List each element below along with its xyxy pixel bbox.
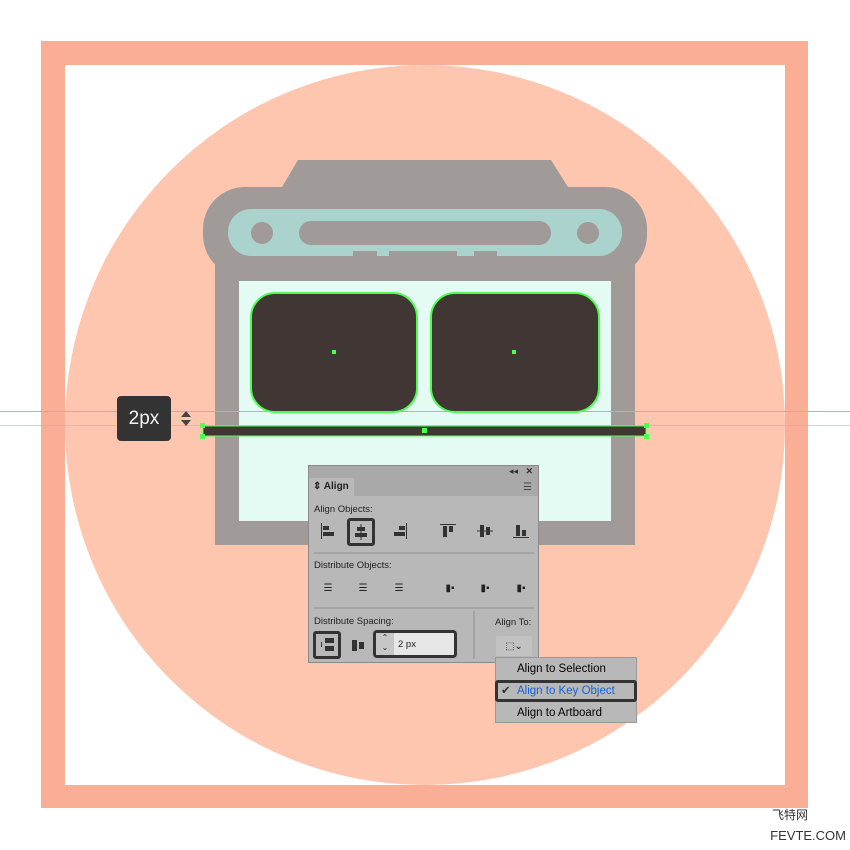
slot: [299, 221, 551, 245]
vertical-align-bottom-icon[interactable]: [510, 521, 532, 541]
align-to-key-object-dropdown[interactable]: ⬚⌄: [496, 636, 532, 656]
distribute-spacing-label: Distribute Spacing:: [314, 616, 394, 627]
menu-item-align-to-key-object[interactable]: ✔ Align to Key Object: [495, 680, 637, 702]
align-panel: ◂◂ ✕ ⇕ Align ☰ Align Objects: Distribute…: [308, 465, 539, 663]
distance-tooltip: 2px: [117, 396, 171, 441]
anchor-handle[interactable]: [200, 434, 205, 439]
menu-item-label: Align to Selection: [517, 663, 606, 675]
close-icon[interactable]: ✕: [525, 466, 533, 477]
center-point: [512, 350, 516, 354]
panel-titlebar[interactable]: ◂◂ ✕: [309, 466, 538, 478]
tab-align[interactable]: ⇕ Align: [309, 478, 354, 496]
distribute-right-icon[interactable]: ▮▪: [510, 578, 532, 598]
align-objects-label: Align Objects:: [314, 504, 373, 515]
spacing-value: 2 px: [398, 638, 416, 650]
menu-item-label: Align to Key Object: [517, 685, 615, 697]
spacing-input[interactable]: ⌃ ⌄ 2 px: [373, 630, 457, 658]
divider: [314, 607, 534, 609]
tab: [474, 251, 497, 258]
vertical-distribute-space-icon[interactable]: [313, 631, 341, 659]
center-point: [422, 428, 427, 433]
checkmark-icon: ✔: [501, 685, 511, 697]
vertical-align-top-icon[interactable]: [437, 521, 459, 541]
vertical-align-center-icon[interactable]: [474, 521, 496, 541]
menu-item-label: Align to Artboard: [517, 707, 603, 719]
tab: [389, 251, 457, 258]
distribute-horizontal-center-icon[interactable]: ▮▪: [474, 578, 496, 598]
left-knob: [251, 222, 273, 244]
anchor-handle[interactable]: [200, 423, 205, 428]
watermark: FEVTE.COM: [770, 828, 846, 843]
distribute-vertical-center-icon[interactable]: ☰: [352, 578, 374, 598]
menu-item-align-to-selection[interactable]: Align to Selection: [496, 658, 636, 680]
divider: [314, 552, 534, 554]
anchor-handle[interactable]: [644, 423, 649, 428]
collapse-icon[interactable]: ◂◂: [509, 466, 518, 477]
distribute-bottom-icon[interactable]: ☰: [388, 578, 410, 598]
divider: [473, 611, 475, 659]
align-to-label: Align To:: [495, 617, 532, 628]
horizontal-align-left-icon[interactable]: [317, 521, 339, 541]
anchor-handle[interactable]: [644, 434, 649, 439]
menu-item-align-to-artboard[interactable]: Align to Artboard: [496, 702, 636, 724]
panel-menu-icon[interactable]: ☰: [523, 482, 532, 493]
watermark: 飞特网: [771, 808, 808, 822]
horizontal-align-right-icon[interactable]: [389, 521, 411, 541]
align-to-menu: Align to Selection ✔ Align to Key Object …: [495, 657, 637, 723]
spinner-icon[interactable]: ⌃ ⌄: [376, 633, 394, 655]
tab: [353, 251, 377, 258]
horizontal-align-center-icon[interactable]: [347, 518, 375, 546]
distribute-objects-label: Distribute Objects:: [314, 560, 392, 571]
distribute-left-icon[interactable]: ▮▪: [439, 578, 461, 598]
tab-label: Align: [323, 481, 349, 492]
top-handle: [282, 160, 568, 187]
horizontal-distribute-space-icon[interactable]: [347, 634, 369, 654]
distribute-top-icon[interactable]: ☰: [317, 578, 339, 598]
right-knob: [577, 222, 599, 244]
center-point: [332, 350, 336, 354]
